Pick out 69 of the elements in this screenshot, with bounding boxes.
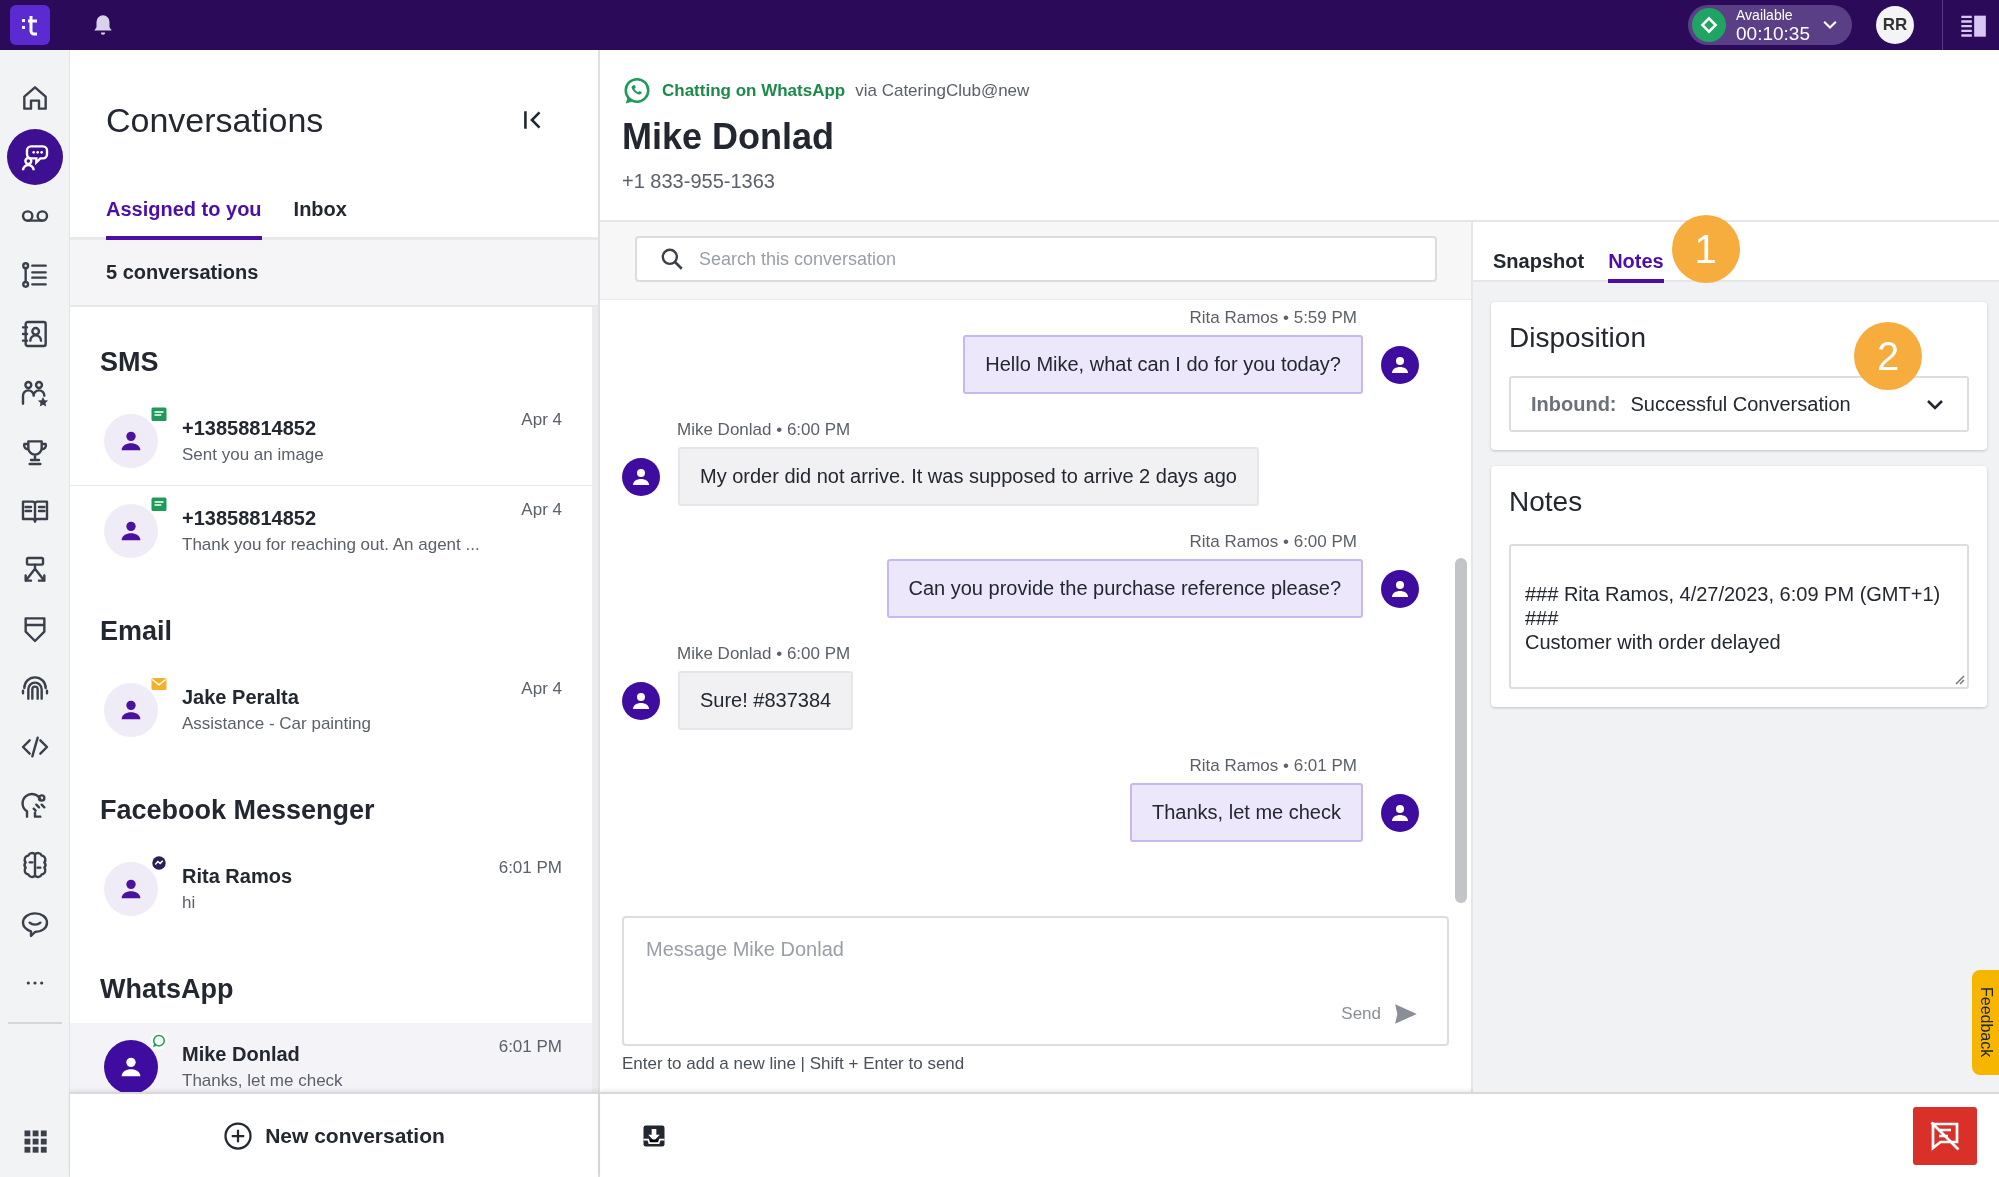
- status-timer: 00:10:35: [1736, 23, 1810, 43]
- card-title: Disposition: [1509, 322, 1647, 354]
- message-bubble: Can you provide the purchase reference please?: [886, 559, 1363, 618]
- timestamp: Apr 4: [521, 679, 562, 699]
- timestamp: 6:01 PM: [498, 1037, 562, 1057]
- whatsapp-icon: [150, 1031, 168, 1050]
- card-title: Notes: [1509, 486, 1584, 518]
- feedback-tab[interactable]: Feedback: [1972, 970, 1999, 1075]
- status-selector[interactable]: Available 00:10:35: [1688, 5, 1852, 45]
- conversation-item[interactable]: Rita Ramos hi 6:01 PM: [70, 844, 592, 934]
- message-preview: Sent you an image: [182, 444, 325, 465]
- panel-title: Conversations: [106, 100, 324, 140]
- new-conversation-button[interactable]: New conversation: [217, 1119, 451, 1152]
- message-bubble: Sure! #837384: [678, 671, 854, 730]
- message-preview: Thanks, let me check: [182, 1070, 344, 1091]
- message-meta: Rita Ramos • 6:01 PM: [1189, 756, 1357, 776]
- disposition-dropdown[interactable]: Inbound: Successful Conversation: [1509, 376, 1969, 432]
- sms-icon: [150, 495, 168, 514]
- tab[interactable]: Notes: [1608, 250, 1664, 283]
- message-preview: hi: [182, 892, 197, 913]
- close-conversation-button[interactable]: [1913, 1106, 1977, 1165]
- message-bubble: Hello Mike, what can I do for you today?: [963, 335, 1363, 394]
- sms-icon: [150, 405, 168, 424]
- step-marker: 1: [1671, 215, 1740, 283]
- composer-hint: Enter to add a new line | Shift + Enter to send: [622, 1054, 966, 1074]
- section-heading: Facebook Messenger: [99, 794, 376, 827]
- timestamp: Apr 4: [521, 410, 562, 430]
- message-preview: Assistance - Car painting: [182, 713, 372, 734]
- contact-name: Mike Donlad: [182, 1042, 301, 1066]
- message-meta: Mike Donlad • 6:00 PM: [677, 420, 852, 440]
- message-meta: Rita Ramos • 6:00 PM: [1189, 532, 1357, 552]
- conversation-count: 5 conversations: [106, 261, 259, 284]
- resize-grip-icon[interactable]: [1953, 673, 1965, 685]
- message-bubble: Thanks, let me check: [1130, 783, 1363, 842]
- phone-number: +1 833-955-1363: [622, 170, 776, 193]
- section-heading: WhatsApp: [99, 973, 235, 1006]
- status-label: Available: [1736, 7, 1794, 22]
- conversation-item[interactable]: Jake Peralta Assistance - Car painting Apr 4: [70, 665, 592, 755]
- contact-name: +13858814852: [182, 416, 318, 440]
- section-heading: Email: [99, 615, 174, 648]
- plus-circle-icon: [223, 1120, 254, 1151]
- contact-name: +13858814852: [182, 506, 318, 530]
- whatsapp-icon: [622, 76, 652, 106]
- message-preview: Thank you for reaching out. An agent ...: [182, 534, 481, 555]
- section-heading: SMS: [99, 346, 160, 379]
- conversation-item[interactable]: +13858814852 Thank you for reaching out. An agent ... Apr 4: [70, 486, 592, 576]
- conversation-item[interactable]: +13858814852 Sent you an image Apr 4: [70, 396, 592, 486]
- scrollbar[interactable]: [1455, 558, 1467, 903]
- timestamp: 6:01 PM: [498, 858, 562, 878]
- conversation-item[interactable]: Mike Donlad Thanks, let me check 6:01 PM: [70, 1023, 592, 1092]
- message-meta: Rita Ramos • 5:59 PM: [1189, 308, 1357, 328]
- channel-source: via CateringClub@new: [855, 81, 1030, 101]
- tab[interactable]: Inbox: [293, 190, 347, 240]
- user-avatar[interactable]: RR: [1876, 6, 1914, 44]
- message-bubble: My order did not arrive. It was supposed to arrive 2 days ago: [678, 447, 1259, 506]
- app-logo[interactable]: [10, 5, 50, 45]
- search-icon: [659, 246, 685, 272]
- contact-name: Rita Ramos: [182, 864, 294, 888]
- tab[interactable]: Snapshot: [1493, 250, 1585, 283]
- contact-name: Jake Peralta: [182, 685, 300, 709]
- messenger-icon: [150, 853, 168, 872]
- message-meta: Mike Donlad • 6:00 PM: [677, 644, 852, 664]
- diamond-icon: [1699, 15, 1720, 35]
- notes-field[interactable]: ### Rita Ramos, 4/27/2023, 6:09 PM (GMT+1) ### Customer with order delayed: [1509, 544, 1969, 689]
- contact-name: Mike Donlad: [622, 116, 836, 158]
- channel-label: Chatting on WhatsApp: [662, 81, 846, 101]
- send-icon: [1393, 1001, 1419, 1027]
- step-marker: 2: [1854, 322, 1922, 390]
- timestamp: Apr 4: [521, 500, 562, 520]
